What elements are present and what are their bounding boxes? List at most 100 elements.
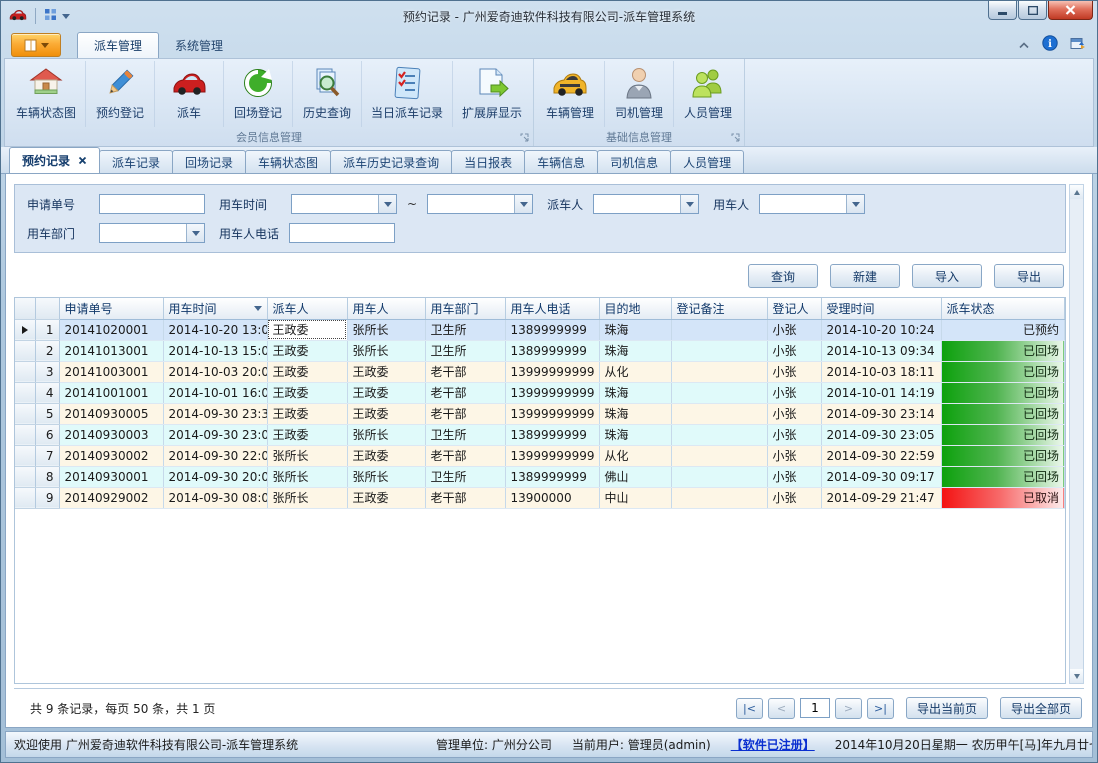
cell-phone[interactable]: 13999999999 — [505, 445, 599, 466]
doc-tab-8[interactable]: 司机信息 — [597, 150, 671, 173]
cell-dest[interactable]: 珠海 — [599, 403, 671, 424]
cell-apply-no[interactable]: 20140930001 — [59, 466, 163, 487]
cell-status[interactable]: 已预约 — [941, 319, 1065, 340]
cell-status[interactable]: 已回场 — [941, 403, 1065, 424]
cell-user[interactable]: 张所长 — [347, 466, 425, 487]
row-number-cell[interactable]: 9 — [35, 487, 59, 508]
ribbon-button-vehicle-mgmt[interactable]: 车辆管理 — [536, 61, 604, 127]
user-select[interactable] — [759, 194, 865, 214]
last-page-button[interactable]: >| — [867, 698, 894, 719]
next-page-button[interactable]: > — [835, 698, 862, 719]
column-header-2[interactable]: 用车时间 — [163, 298, 267, 319]
cell-dept[interactable]: 老干部 — [425, 382, 505, 403]
row-indicator-cell[interactable] — [15, 340, 35, 361]
cell-phone[interactable]: 13999999999 — [505, 403, 599, 424]
cell-remark[interactable] — [671, 424, 767, 445]
row-indicator-cell[interactable] — [15, 466, 35, 487]
cell-dispatcher[interactable]: 张所长 — [267, 487, 347, 508]
doc-tab-9[interactable]: 人员管理 — [670, 150, 744, 173]
query-button[interactable]: 查询 — [748, 264, 818, 288]
collapse-ribbon-icon[interactable] — [1018, 38, 1030, 52]
maximize-button[interactable] — [1018, 1, 1047, 20]
cell-accept-time[interactable]: 2014-10-01 14:19 — [821, 382, 941, 403]
cell-remark[interactable] — [671, 487, 767, 508]
cell-dispatcher[interactable]: 王政委 — [267, 382, 347, 403]
layout-switch-icon[interactable] — [44, 8, 57, 24]
cell-registrar[interactable]: 小张 — [767, 319, 821, 340]
column-header-7[interactable]: 目的地 — [599, 298, 671, 319]
cell-accept-time[interactable]: 2014-09-30 22:59 — [821, 445, 941, 466]
phone-input[interactable] — [289, 223, 395, 243]
ribbon-button-driver-mgmt[interactable]: 司机管理 — [604, 61, 673, 127]
cell-user[interactable]: 王政委 — [347, 382, 425, 403]
cell-apply-no[interactable]: 20140929002 — [59, 487, 163, 508]
cell-dest[interactable]: 珠海 — [599, 340, 671, 361]
table-row[interactable]: 8201409300012014-09-30 20:00张所长张所长卫生所138… — [15, 466, 1065, 487]
cell-dept[interactable]: 卫生所 — [425, 466, 505, 487]
doc-tab-5[interactable]: 派车历史记录查询 — [330, 150, 452, 173]
row-indicator-cell[interactable] — [15, 424, 35, 445]
dept-select[interactable] — [99, 223, 205, 243]
cell-dest[interactable]: 珠海 — [599, 319, 671, 340]
cell-use-time[interactable]: 2014-10-01 16:00 — [163, 382, 267, 403]
cell-use-time[interactable]: 2014-09-30 23:00 — [163, 424, 267, 445]
cell-dispatcher[interactable]: 王政委 — [267, 340, 347, 361]
cell-dept[interactable]: 老干部 — [425, 445, 505, 466]
scroll-down-icon[interactable] — [1070, 669, 1083, 683]
dispatcher-select[interactable] — [593, 194, 699, 214]
cell-remark[interactable] — [671, 466, 767, 487]
cell-dept[interactable]: 卫生所 — [425, 319, 505, 340]
cell-status[interactable]: 已回场 — [941, 466, 1065, 487]
cell-use-time[interactable]: 2014-09-30 20:00 — [163, 466, 267, 487]
cell-remark[interactable] — [671, 319, 767, 340]
doc-tab-4[interactable]: 车辆状态图 — [245, 150, 331, 173]
chevron-down-icon[interactable] — [514, 195, 532, 213]
row-indicator-cell[interactable] — [15, 487, 35, 508]
vertical-scrollbar[interactable] — [1069, 184, 1084, 684]
cell-apply-no[interactable]: 20141003001 — [59, 361, 163, 382]
apply-no-input[interactable] — [99, 194, 205, 214]
cell-apply-no[interactable]: 20140930005 — [59, 403, 163, 424]
cell-dest[interactable]: 从化 — [599, 445, 671, 466]
cell-dest[interactable]: 珠海 — [599, 424, 671, 445]
app-menu-button[interactable] — [11, 33, 61, 57]
cell-dispatcher[interactable]: 王政委 — [267, 403, 347, 424]
table-row[interactable]: 6201409300032014-09-30 23:00王政委张所长卫生所138… — [15, 424, 1065, 445]
row-number-cell[interactable]: 5 — [35, 403, 59, 424]
cell-remark[interactable] — [671, 403, 767, 424]
scroll-up-icon[interactable] — [1070, 185, 1083, 199]
cell-status[interactable]: 已回场 — [941, 424, 1065, 445]
cell-user[interactable]: 张所长 — [347, 424, 425, 445]
ribbon-button-extended-screen[interactable]: 扩展屏显示 — [452, 61, 531, 127]
cell-accept-time[interactable]: 2014-10-20 10:24 — [821, 319, 941, 340]
cell-registrar[interactable]: 小张 — [767, 361, 821, 382]
cell-registrar[interactable]: 小张 — [767, 403, 821, 424]
column-header-11[interactable]: 派车状态 — [941, 298, 1065, 319]
cell-accept-time[interactable]: 2014-09-30 23:05 — [821, 424, 941, 445]
cell-dest[interactable]: 从化 — [599, 361, 671, 382]
cell-use-time[interactable]: 2014-10-03 20:00 — [163, 361, 267, 382]
cell-use-time[interactable]: 2014-09-30 22:00 — [163, 445, 267, 466]
export-all-pages-button[interactable]: 导出全部页 — [1000, 697, 1082, 719]
help-info-icon[interactable]: i — [1042, 35, 1058, 54]
doc-tab-1[interactable]: 预约记录 — [9, 147, 100, 173]
cell-user[interactable]: 王政委 — [347, 361, 425, 382]
first-page-button[interactable]: |< — [736, 698, 763, 719]
column-header-3[interactable]: 派车人 — [267, 298, 347, 319]
row-number-cell[interactable]: 7 — [35, 445, 59, 466]
row-number-cell[interactable]: 6 — [35, 424, 59, 445]
cell-dept[interactable]: 卫生所 — [425, 340, 505, 361]
import-button[interactable]: 导入 — [912, 264, 982, 288]
cell-dept[interactable]: 老干部 — [425, 403, 505, 424]
use-time-to-select[interactable] — [427, 194, 533, 214]
cell-phone[interactable]: 13999999999 — [505, 382, 599, 403]
cell-dispatcher[interactable]: 王政委 — [267, 361, 347, 382]
cell-status[interactable]: 已回场 — [941, 445, 1065, 466]
column-header-6[interactable]: 用车人电话 — [505, 298, 599, 319]
minimize-button[interactable] — [988, 1, 1017, 20]
cell-phone[interactable]: 13900000 — [505, 487, 599, 508]
new-button[interactable]: 新建 — [830, 264, 900, 288]
row-number-cell[interactable]: 2 — [35, 340, 59, 361]
chevron-down-icon[interactable] — [186, 224, 204, 242]
column-header-9[interactable]: 登记人 — [767, 298, 821, 319]
